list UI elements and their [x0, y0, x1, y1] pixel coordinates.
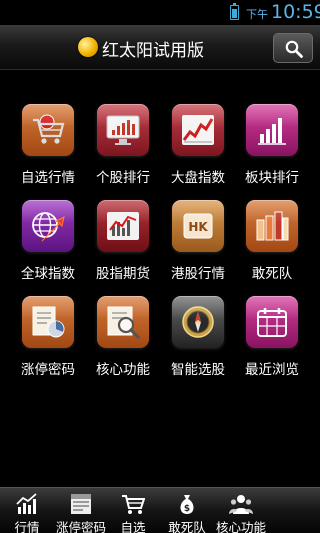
tab-label: 行情	[14, 520, 40, 533]
grid-item-hk-stocks[interactable]: HK 港股行情	[158, 200, 238, 290]
cart-icon	[122, 495, 145, 514]
grid-label: 自选行情	[21, 170, 75, 186]
grid-item-sector-ranking[interactable]: 板块排行	[232, 104, 312, 194]
tab-watchlist[interactable]: 自选	[112, 488, 154, 533]
grid-label: 核心功能	[96, 362, 150, 378]
grid-label: 港股行情	[171, 266, 225, 282]
grid-item-dare-to-die[interactable]: 敢死队	[232, 200, 312, 290]
chart-icon	[16, 493, 37, 514]
newspaper-icon	[71, 494, 91, 514]
grid-label: 个股排行	[96, 170, 150, 186]
tab-label: 核心功能	[215, 520, 266, 533]
grid-item-recent[interactable]: 最近浏览	[232, 296, 312, 386]
tab-dare-to-die[interactable]: $ 敢死队	[162, 488, 212, 533]
grid-item-smart-picker[interactable]: 智能选股	[158, 296, 238, 386]
grid-label: 最近浏览	[245, 362, 299, 378]
grid-item-stock-ranking[interactable]: 个股排行	[83, 104, 163, 194]
svg-text:$: $	[184, 504, 190, 514]
tab-market[interactable]: 行情	[2, 488, 52, 533]
monitor-bar-chart-icon	[97, 104, 149, 156]
grid-label: 板块排行	[245, 170, 299, 186]
cart-icon	[22, 104, 74, 156]
status-time: 10:59	[271, 1, 320, 23]
grid-label: 敢死队	[251, 266, 293, 282]
tab-label: 涨停密码	[55, 520, 106, 533]
search-button[interactable]	[273, 33, 313, 63]
tab-label: 自选	[120, 520, 146, 533]
hk-icon: HK	[172, 200, 224, 252]
money-bag-icon: $	[180, 495, 194, 514]
users-icon	[229, 495, 253, 514]
calendar-icon	[246, 296, 298, 348]
grid-label: 全球指数	[21, 266, 75, 282]
grid-label: 大盘指数	[171, 170, 225, 186]
grid-item-index-futures[interactable]: 股指期货	[83, 200, 163, 290]
grid-item-core-functions[interactable]: 核心功能	[83, 296, 163, 386]
grid-label: 涨停密码	[21, 362, 75, 378]
magnifier-report-icon	[97, 296, 149, 348]
sun-logo-icon	[78, 37, 98, 57]
status-bar: 下午 10:59	[0, 0, 320, 25]
bottom-tab-bar: 行情 涨停密码 自选 $ 敢死队 核心功能	[0, 487, 320, 533]
bar-chart-icon	[246, 104, 298, 156]
app-header: 红太阳试用版	[0, 25, 320, 70]
compass-icon	[172, 296, 224, 348]
tab-label: 敢死队	[168, 520, 206, 533]
futures-chart-icon	[97, 200, 149, 252]
grid-item-global-index[interactable]: 全球指数	[8, 200, 88, 290]
grid-label: 股指期货	[96, 266, 150, 282]
search-icon	[285, 40, 303, 58]
app-title: 红太阳试用版	[102, 41, 204, 61]
bars-3d-icon	[246, 200, 298, 252]
battery-icon	[230, 3, 239, 20]
grid-label: 智能选股	[171, 362, 225, 378]
document-pie-icon	[22, 296, 74, 348]
tab-limit-up-code[interactable]: 涨停密码	[52, 488, 110, 533]
line-chart-icon	[172, 104, 224, 156]
grid-item-limit-up-code[interactable]: 涨停密码	[8, 296, 88, 386]
globe-icon	[22, 200, 74, 252]
grid-item-watchlist[interactable]: 自选行情	[8, 104, 88, 194]
grid-item-market-index[interactable]: 大盘指数	[158, 104, 238, 194]
tab-core-functions[interactable]: 核心功能	[212, 488, 270, 533]
status-ampm: 下午	[246, 8, 268, 21]
svg-text:HK: HK	[188, 220, 208, 234]
